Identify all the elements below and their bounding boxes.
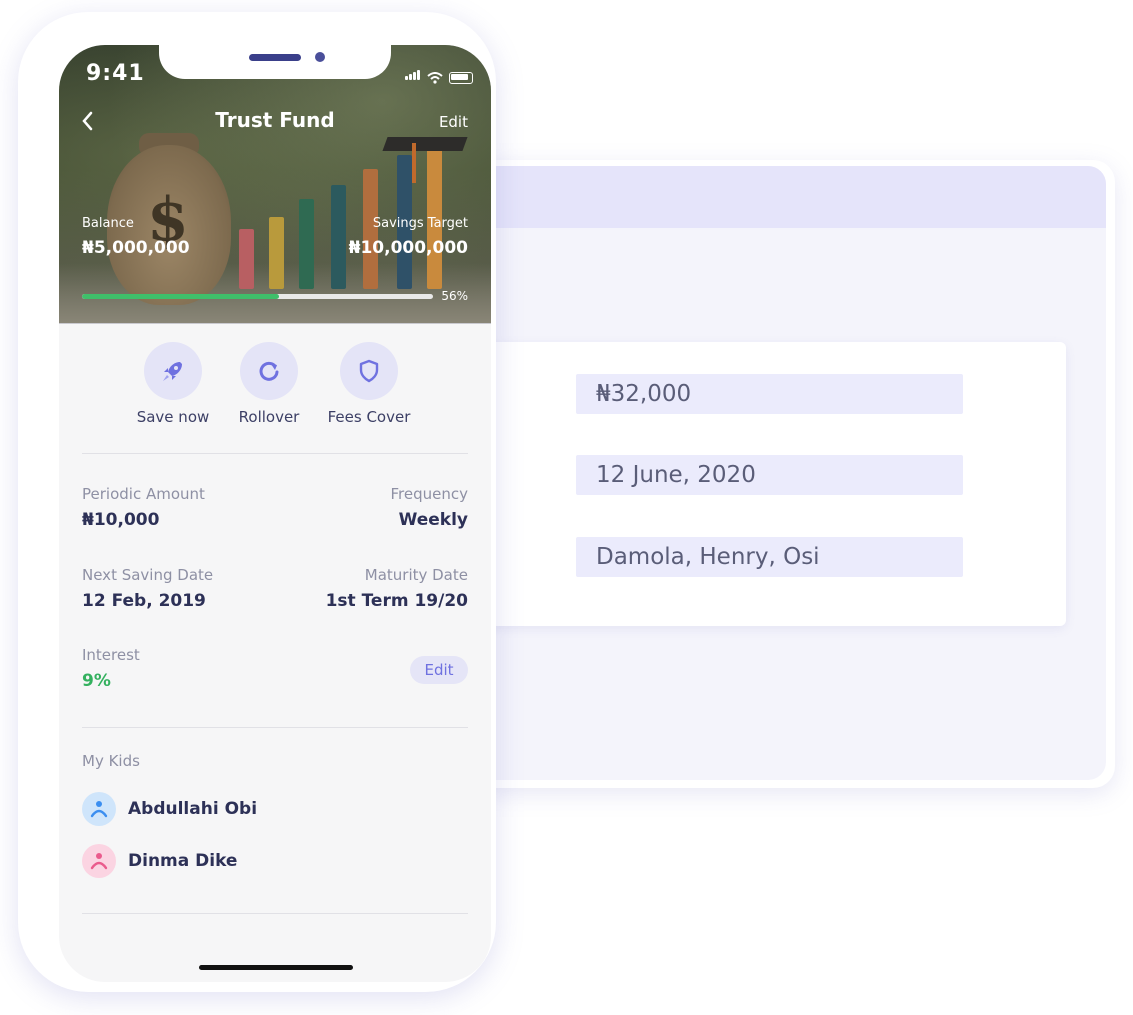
savings-progress-fill <box>82 294 279 299</box>
frequency-label: Frequency <box>390 485 469 503</box>
names-field: Damola, Henry, Osi <box>576 537 963 577</box>
shield-icon <box>359 359 379 383</box>
save-now-label: Save now <box>136 408 210 426</box>
decor-bar <box>269 217 284 289</box>
status-icons <box>405 65 473 84</box>
phone-screen: $ 9:41 Trust Fund Edit Balance ₦5,000,00… <box>59 45 491 982</box>
amount-field: ₦32,000 <box>576 374 963 414</box>
savings-progress-percent: 56% <box>441 289 468 303</box>
balance-label: Balance <box>82 216 134 231</box>
maturity-date-label: Maturity Date <box>364 566 468 584</box>
quick-actions: Save now Rollover Fees Cover <box>59 342 491 432</box>
rollover-label: Rollover <box>238 408 300 426</box>
home-indicator[interactable] <box>199 965 353 970</box>
maturity-date-value: 1st Term 19/20 <box>325 591 468 611</box>
wifi-icon <box>427 72 443 84</box>
frequency-value: Weekly <box>398 510 468 530</box>
next-saving-date-label: Next Saving Date <box>82 566 214 584</box>
phone-notch <box>159 45 391 79</box>
interest-value: 9% <box>82 671 111 691</box>
periodic-amount-label: Periodic Amount <box>82 485 205 503</box>
balance-value: ₦5,000,000 <box>82 238 190 258</box>
kid-list-item[interactable]: Dinma Dike <box>82 844 237 878</box>
background-card-body: ₦32,000 12 June, 2020 Damola, Henry, Osi <box>476 166 1106 780</box>
rollover-icon-wrap <box>240 342 298 400</box>
fees-cover-label: Fees Cover <box>327 408 411 426</box>
phone-frame: $ 9:41 Trust Fund Edit Balance ₦5,000,00… <box>18 12 496 992</box>
background-card-header <box>476 166 1106 228</box>
kid-list-item[interactable]: Abdullahi Obi <box>82 792 257 826</box>
rocket-icon <box>163 362 182 381</box>
decor-bar <box>427 139 442 289</box>
fees-cover-button[interactable]: Fees Cover <box>319 342 419 426</box>
child-icon <box>90 801 108 818</box>
cap-tassel <box>412 143 416 183</box>
background-card: ₦32,000 12 June, 2020 Damola, Henry, Osi <box>470 160 1115 788</box>
speaker-grille <box>249 54 301 61</box>
next-saving-date-value: 12 Feb, 2019 <box>82 591 206 611</box>
my-kids-label: My Kids <box>82 752 140 770</box>
kid-name: Abdullahi Obi <box>128 799 258 819</box>
child-icon <box>90 853 108 870</box>
kid-name: Dinma Dike <box>128 851 238 871</box>
interest-edit-button[interactable]: Edit <box>410 656 468 684</box>
avatar <box>82 792 116 826</box>
save-now-button[interactable]: Save now <box>123 342 223 426</box>
header-edit-button[interactable]: Edit <box>439 113 468 131</box>
graduation-cap-icon <box>382 137 468 151</box>
status-time: 9:41 <box>86 61 145 86</box>
divider <box>82 727 468 728</box>
rollover-icon <box>259 361 279 381</box>
divider <box>82 913 468 914</box>
avatar <box>82 844 116 878</box>
savings-target-value: ₦10,000,000 <box>348 238 468 258</box>
page-title: Trust Fund <box>215 108 335 132</box>
hero-banner: $ 9:41 Trust Fund Edit Balance ₦5,000,00… <box>59 45 491 324</box>
save-now-icon-wrap <box>144 342 202 400</box>
periodic-amount-value: ₦10,000 <box>82 510 160 530</box>
battery-icon <box>449 72 473 84</box>
decor-bar <box>299 199 314 289</box>
fees-cover-icon-wrap <box>340 342 398 400</box>
divider <box>82 453 468 454</box>
date-field: 12 June, 2020 <box>576 455 963 495</box>
interest-label: Interest <box>82 646 140 664</box>
front-camera <box>315 52 325 62</box>
decor-bar <box>239 229 254 289</box>
savings-target-label: Savings Target <box>372 216 468 231</box>
background-form: ₦32,000 12 June, 2020 Damola, Henry, Osi <box>476 342 1066 626</box>
rollover-button[interactable]: Rollover <box>219 342 319 426</box>
decor-bar <box>331 185 346 289</box>
savings-progress-bar <box>82 294 433 299</box>
signal-icon <box>405 65 421 84</box>
